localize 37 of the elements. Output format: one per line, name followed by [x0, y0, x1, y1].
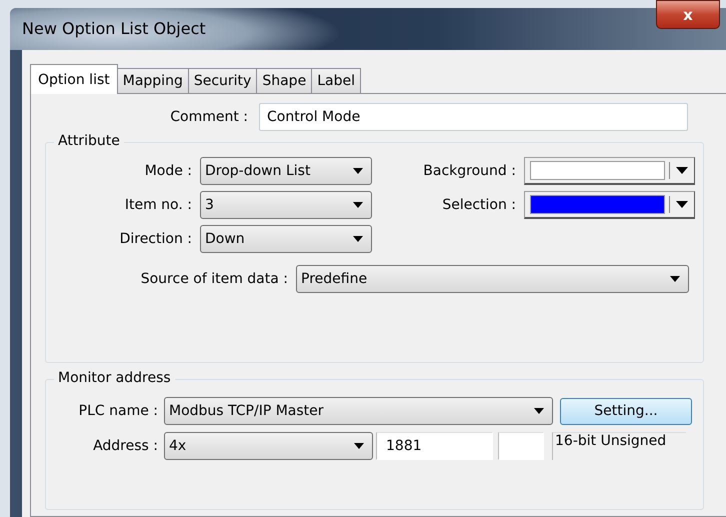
- field-label: Mode :: [144, 163, 192, 179]
- caret-icon: [534, 408, 544, 414]
- caret-icon: [353, 202, 363, 208]
- field-label: Background :: [422, 163, 516, 179]
- caret-icon: [676, 167, 688, 174]
- field-label: Source of item data :: [140, 271, 288, 287]
- tab[interactable]: Option list: [30, 64, 118, 94]
- data-type-text: 16-bit Unsigned: [552, 432, 686, 460]
- tab[interactable]: Mapping: [116, 68, 189, 93]
- input-field[interactable]: [498, 432, 544, 460]
- dropdown[interactable]: Down: [200, 225, 372, 253]
- caret-icon: [676, 201, 688, 208]
- tab[interactable]: Security: [188, 68, 258, 93]
- field-label: PLC name :: [78, 403, 158, 419]
- setting-button[interactable]: Setting...: [560, 398, 692, 424]
- window-title: New Option List Object: [22, 19, 206, 38]
- field-label: Item no. :: [124, 197, 192, 213]
- field-label: Address :: [92, 438, 158, 454]
- color-picker[interactable]: [524, 191, 695, 219]
- comment-label: Comment :: [169, 109, 248, 125]
- field-label: Selection :: [441, 197, 516, 213]
- color-picker[interactable]: [524, 157, 695, 185]
- caret-icon: [353, 168, 363, 174]
- plc-dropdown[interactable]: Modbus TCP/IP Master: [164, 397, 553, 425]
- tab[interactable]: Label: [311, 68, 361, 93]
- tab[interactable]: Shape: [256, 68, 312, 93]
- device-dropdown[interactable]: 4x: [164, 432, 373, 460]
- field-label: Direction :: [118, 231, 192, 247]
- caret-icon: [670, 276, 680, 282]
- close-button[interactable]: x: [656, 0, 720, 29]
- address-field[interactable]: 1881: [376, 432, 493, 460]
- caret-icon: [353, 236, 363, 242]
- dropdown[interactable]: Drop-down List: [200, 157, 372, 185]
- dropdown[interactable]: 3: [200, 191, 372, 219]
- comment-field[interactable]: Control Mode: [259, 103, 688, 131]
- caret-icon: [354, 443, 364, 449]
- source-dropdown[interactable]: Predefine: [296, 265, 689, 293]
